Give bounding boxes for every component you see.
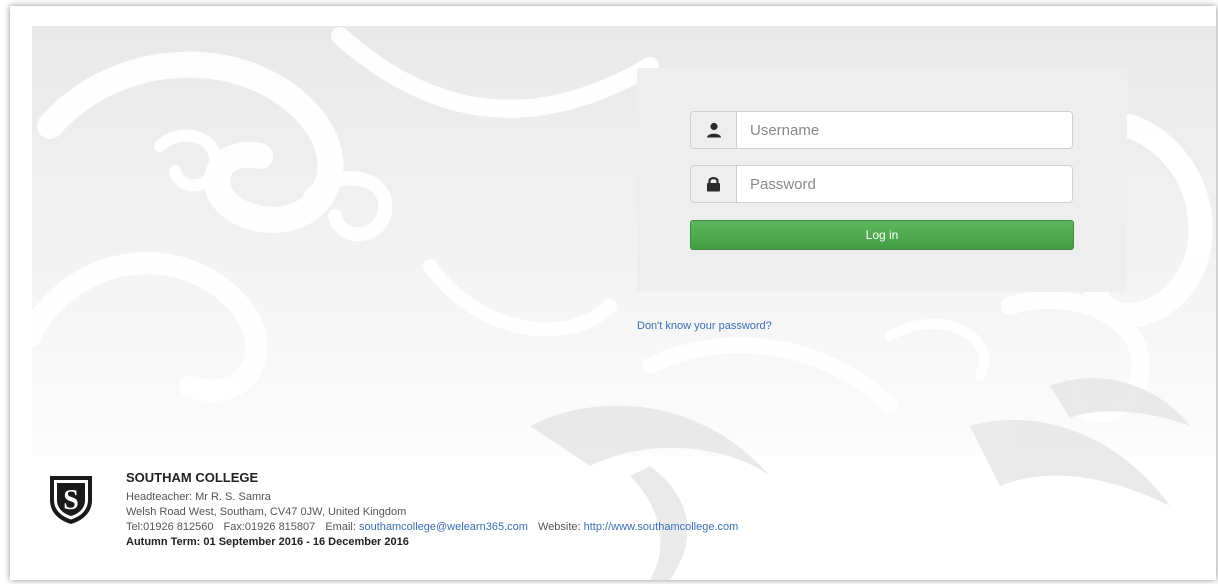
password-input[interactable] bbox=[737, 166, 1072, 202]
address-line: Welsh Road West, Southam, CV47 0JW, Unit… bbox=[126, 506, 407, 518]
email-link[interactable]: southamcollege@welearn365.com bbox=[359, 521, 528, 533]
website-link[interactable]: http://www.southamcollege.com bbox=[584, 521, 739, 533]
school-crest-icon: S bbox=[50, 476, 92, 524]
term-dates: Autumn Term: 01 September 2016 - 16 Dece… bbox=[126, 536, 409, 548]
user-icon bbox=[691, 112, 737, 148]
email-label: Email: bbox=[325, 521, 356, 533]
login-button[interactable]: Log in bbox=[690, 220, 1074, 250]
contact-line: Tel:01926 812560 Fax:01926 815807 Email:… bbox=[126, 520, 738, 535]
username-input[interactable] bbox=[737, 112, 1072, 148]
fax-text: Fax:01926 815807 bbox=[223, 521, 316, 533]
login-panel: Log in bbox=[637, 68, 1127, 292]
lock-icon bbox=[691, 166, 737, 202]
headteacher-line: Headteacher: Mr R. S. Samra bbox=[126, 491, 271, 503]
page-frame: Log in Don't know your password? S SOUTH… bbox=[10, 6, 1216, 580]
website-label: Website: bbox=[537, 521, 581, 533]
school-name: SOUTHAM COLLEGE bbox=[126, 470, 259, 485]
forgot-password-link[interactable]: Don't know your password? bbox=[637, 320, 772, 332]
password-input-group bbox=[690, 165, 1073, 203]
crest-letter: S bbox=[63, 485, 79, 516]
tel-text: Tel:01926 812560 bbox=[126, 521, 214, 533]
school-details: SOUTHAM COLLEGE Headteacher: Mr R. S. Sa… bbox=[126, 470, 738, 550]
username-input-group bbox=[690, 111, 1073, 149]
